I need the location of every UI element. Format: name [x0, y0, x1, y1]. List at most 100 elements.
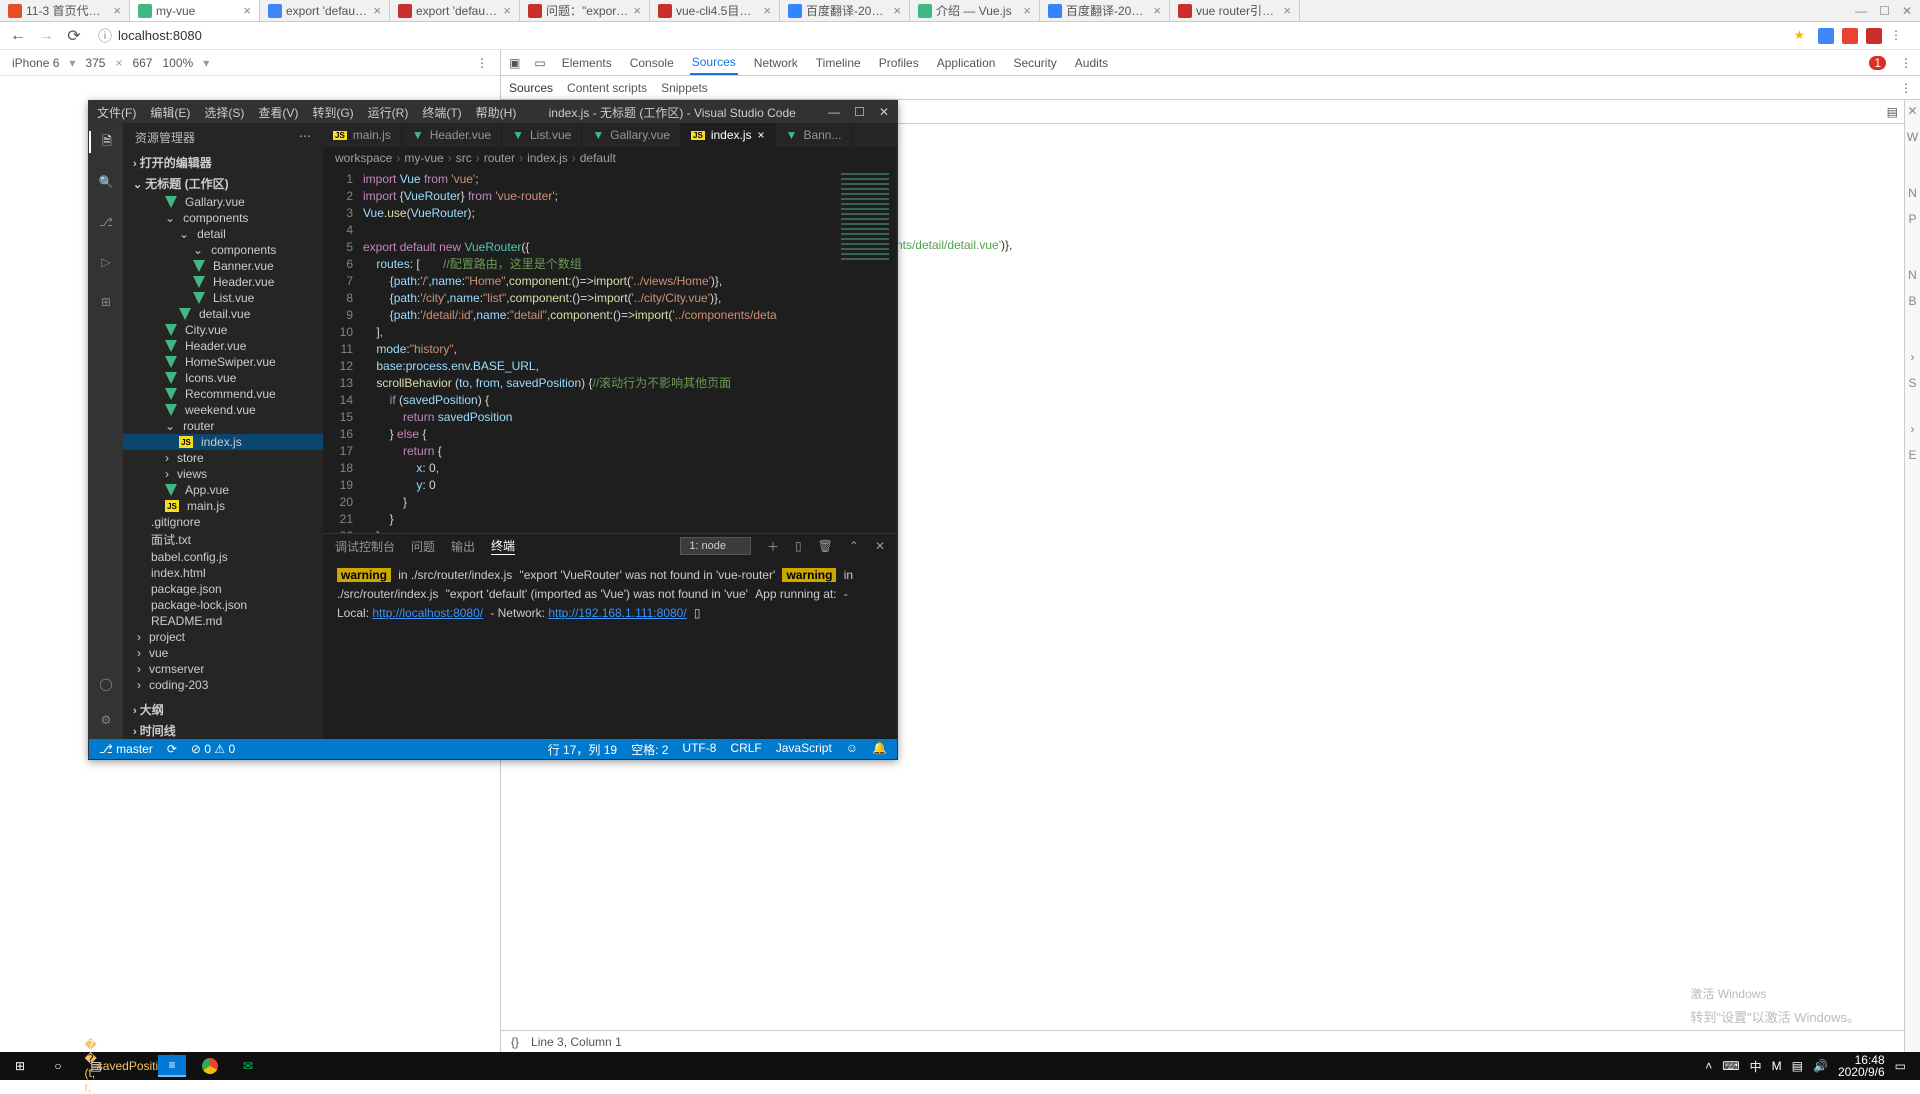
win-close-icon[interactable]: ✕: [1902, 4, 1912, 18]
tray-chevron-icon[interactable]: ˄: [1705, 1059, 1712, 1073]
close-panel-icon[interactable]: ✕: [875, 539, 885, 553]
cortana-button[interactable]: ○: [44, 1055, 72, 1077]
sub-sources[interactable]: Sources: [509, 81, 553, 95]
search-icon[interactable]: 🔍: [95, 171, 117, 193]
tree-node[interactable]: Header.vue: [123, 338, 323, 354]
tree-node[interactable]: weekend.vue: [123, 402, 323, 418]
split-terminal-icon[interactable]: ▯: [795, 539, 802, 553]
close-icon[interactable]: ×: [633, 3, 641, 18]
expand-icon[interactable]: ▤: [1887, 105, 1898, 119]
breadcrumb[interactable]: workspace›my-vue›src›router›index.js›def…: [323, 147, 897, 169]
ext-icon[interactable]: ★: [1794, 28, 1810, 44]
network-icon[interactable]: ▤: [1792, 1059, 1803, 1073]
volume-icon[interactable]: 🔊: [1813, 1059, 1828, 1073]
feedback-icon[interactable]: ☺: [846, 741, 858, 758]
tree-node[interactable]: project: [123, 629, 323, 645]
terminal-tab[interactable]: 终端: [491, 537, 515, 555]
tree-node[interactable]: App.vue: [123, 482, 323, 498]
tree-node[interactable]: detail: [123, 226, 323, 242]
device-select[interactable]: iPhone 6: [12, 56, 59, 70]
tree-node[interactable]: package.json: [123, 581, 323, 597]
tree-node[interactable]: Header.vue: [123, 274, 323, 290]
network-url-link[interactable]: http://192.168.1.111:8080/: [548, 606, 686, 620]
devtools-tab-console[interactable]: Console: [628, 52, 676, 74]
vscode-taskbar-icon[interactable]: ≡: [158, 1055, 186, 1077]
terminal-output[interactable]: warning in ./src/router/index.js "export…: [323, 558, 897, 739]
close-icon[interactable]: ×: [113, 3, 121, 18]
close-icon[interactable]: ×: [373, 3, 381, 18]
devtools-tab-profiles[interactable]: Profiles: [877, 52, 921, 74]
close-icon[interactable]: ×: [1153, 3, 1161, 18]
format-braces-icon[interactable]: {}: [511, 1035, 519, 1049]
tree-node[interactable]: vcmserver: [123, 661, 323, 677]
tree-node[interactable]: main.js: [123, 498, 323, 514]
branch-indicator[interactable]: ⎇ master: [99, 742, 153, 756]
devtools-tab-network[interactable]: Network: [752, 52, 800, 74]
editor-tab[interactable]: JS index.js ×: [681, 123, 776, 147]
menu-item[interactable]: 转到(G): [312, 104, 353, 121]
zoom-select[interactable]: 100%: [162, 56, 193, 70]
tree-node[interactable]: views: [123, 466, 323, 482]
close-icon[interactable]: ×: [763, 3, 771, 18]
sub-snippets[interactable]: Snippets: [661, 81, 708, 95]
local-url-link[interactable]: http://localhost:8080/: [372, 606, 483, 620]
open-editors-section[interactable]: › 打开的编辑器: [123, 152, 323, 173]
tree-node[interactable]: Gallary.vue: [123, 194, 323, 210]
browser-tab[interactable]: 介绍 — Vue.js×: [910, 0, 1040, 21]
menu-item[interactable]: 编辑(E): [150, 104, 190, 121]
run-debug-icon[interactable]: ▷: [95, 251, 117, 273]
url-box[interactable]: ⓘ localhost:8080: [92, 26, 1786, 46]
eol[interactable]: CRLF: [730, 741, 761, 758]
extensions-icon[interactable]: ⊞: [95, 291, 117, 313]
encoding[interactable]: UTF-8: [682, 741, 716, 758]
kill-terminal-icon[interactable]: 🗑: [818, 539, 833, 553]
maximize-panel-icon[interactable]: ⌃: [849, 539, 859, 553]
tree-node[interactable]: README.md: [123, 613, 323, 629]
close-icon[interactable]: ×: [1283, 3, 1291, 18]
settings-icon[interactable]: ⚙: [95, 709, 117, 731]
win-close-icon[interactable]: ✕: [879, 105, 889, 119]
tree-node[interactable]: coding-203: [123, 677, 323, 693]
browser-tab[interactable]: vue-cli4.5目录结构×: [650, 0, 780, 21]
menu-item[interactable]: 运行(R): [368, 104, 409, 121]
browser-tab[interactable]: 11-3 首页代码迁移×: [0, 0, 130, 21]
action-center-icon[interactable]: ▭: [1895, 1059, 1906, 1073]
wechat-taskbar-icon[interactable]: ✉: [234, 1055, 262, 1077]
devtools-tab-application[interactable]: Application: [935, 52, 998, 74]
more-icon[interactable]: ⋮: [476, 56, 488, 70]
workspace-section[interactable]: ⌄ 无标题 (工作区): [123, 173, 323, 194]
sync-icon[interactable]: ⟳: [167, 742, 177, 756]
devtools-tab-timeline[interactable]: Timeline: [814, 52, 863, 74]
browser-tab[interactable]: vue router引入路径×: [1170, 0, 1300, 21]
problems-indicator[interactable]: ⊘ 0 ⚠ 0: [191, 742, 235, 756]
editor-tab[interactable]: JS main.js: [323, 123, 402, 147]
win-max-icon[interactable]: ☐: [854, 105, 865, 119]
breadcrumb-segment[interactable]: my-vue: [404, 151, 443, 165]
tree-node[interactable]: index.js: [123, 434, 323, 450]
ext-icon[interactable]: ⋮: [1890, 28, 1906, 44]
devtools-tab-elements[interactable]: Elements: [560, 52, 614, 74]
tree-node[interactable]: Icons.vue: [123, 370, 323, 386]
debug-console-tab[interactable]: 调试控制台: [335, 538, 395, 555]
site-info-icon[interactable]: ⓘ: [98, 26, 112, 46]
problems-tab[interactable]: 问题: [411, 538, 435, 555]
editor-tab[interactable]: ▼ Bann...: [776, 123, 853, 147]
devtools-tab-audits[interactable]: Audits: [1073, 52, 1110, 74]
menu-item[interactable]: 选择(S): [204, 104, 244, 121]
ext-icon[interactable]: [1866, 28, 1882, 44]
browser-tab[interactable]: my-vue×: [130, 0, 260, 21]
indentation[interactable]: 空格: 2: [631, 741, 668, 758]
device-height[interactable]: 667: [132, 56, 152, 70]
devtools-tab-sources[interactable]: Sources: [690, 51, 738, 75]
start-button[interactable]: ⊞: [6, 1055, 34, 1077]
breadcrumb-segment[interactable]: index.js: [527, 151, 568, 165]
tree-node[interactable]: store: [123, 450, 323, 466]
inspect-icon[interactable]: ▣: [509, 56, 520, 70]
minimap[interactable]: [837, 169, 897, 533]
tree-node[interactable]: Recommend.vue: [123, 386, 323, 402]
editor-tab[interactable]: ▼ Header.vue: [402, 123, 502, 147]
tree-node[interactable]: HomeSwiper.vue: [123, 354, 323, 370]
tree-node[interactable]: index.html: [123, 565, 323, 581]
new-terminal-icon[interactable]: ＋: [767, 538, 779, 555]
tree-node[interactable]: components: [123, 210, 323, 226]
